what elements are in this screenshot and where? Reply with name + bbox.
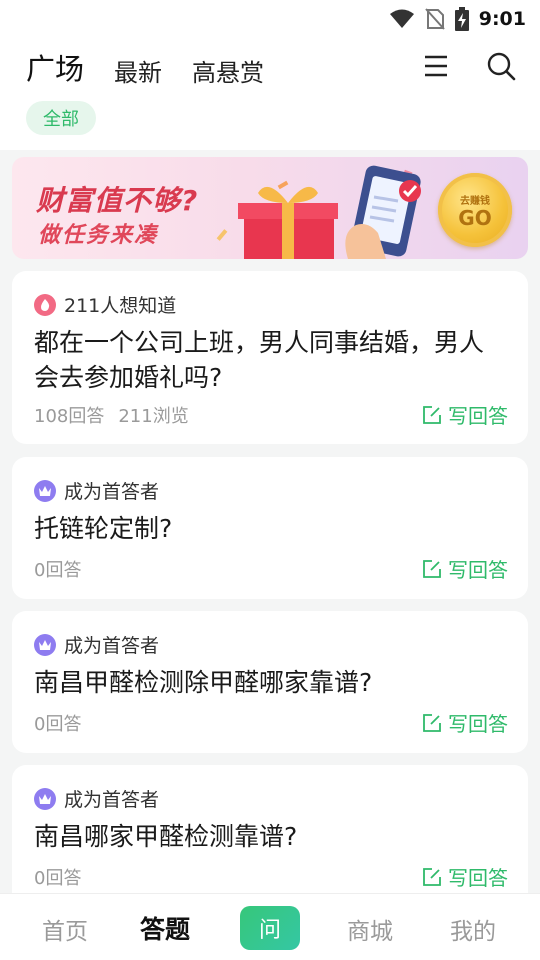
wifi-icon: [389, 9, 414, 28]
write-answer-label: 写回答: [448, 558, 508, 582]
question-card[interactable]: 211人想知道 都在一个公司上班，男人同事结婚，男人会去参加婚礼吗? 108回答…: [12, 271, 528, 444]
bottom-nav: 首页 答题 问 商城 我的: [0, 893, 540, 960]
write-answer-label: 写回答: [448, 866, 508, 890]
banner-subline: 做任务来凑: [38, 223, 159, 248]
answer-count: 108回答: [34, 406, 105, 427]
question-meta: 211人想知道: [34, 291, 176, 318]
status-icons: 9:01: [389, 6, 526, 32]
battery-charging-icon: [454, 7, 469, 31]
write-answer-label: 写回答: [448, 404, 508, 428]
nav-answer[interactable]: 答题: [140, 910, 190, 946]
nav-ask-button[interactable]: 问: [240, 906, 300, 950]
tab-square[interactable]: 广场: [26, 46, 84, 88]
edit-icon: [423, 559, 441, 578]
question-title[interactable]: 都在一个公司上班，男人同事结婚，男人会去参加婚礼吗?: [34, 325, 506, 395]
question-stats: 108回答 211浏览: [34, 402, 189, 428]
crown-icon: [34, 633, 56, 656]
search-icon: [487, 52, 516, 81]
tab-high-reward[interactable]: 高悬赏: [192, 53, 264, 88]
coin-caption: 去赚钱: [460, 195, 490, 207]
question-card[interactable]: 成为首答者 托链轮定制? 0回答 写回答: [12, 457, 528, 599]
meta-text: 成为首答者: [64, 789, 160, 811]
question-stats: 0回答: [34, 864, 81, 890]
edit-icon: [423, 405, 441, 424]
edit-icon: [423, 867, 441, 886]
write-answer-button[interactable]: 写回答: [422, 400, 508, 429]
write-answer-button[interactable]: 写回答: [422, 708, 508, 737]
question-stats: 0回答: [34, 710, 81, 736]
edit-icon: [423, 713, 441, 732]
meta-text: 成为首答者: [64, 481, 160, 503]
nav-home[interactable]: 首页: [42, 912, 88, 946]
task-banner[interactable]: 财富值不够? 做任务来凑 去赚钱 GO: [12, 157, 528, 259]
meta-text: 211人想知道: [64, 295, 177, 317]
question-title[interactable]: 南昌甲醛检测除甲醛哪家靠谱?: [34, 665, 506, 700]
answer-count: 0回答: [34, 714, 82, 735]
gift-phone-illustration: [216, 165, 421, 259]
banner-headline: 财富值不够?: [36, 184, 199, 217]
answer-count: 0回答: [34, 560, 82, 581]
menu-icon: [425, 55, 447, 77]
write-answer-button[interactable]: 写回答: [422, 554, 508, 583]
question-title[interactable]: 南昌哪家甲醛检测靠谱?: [34, 819, 506, 854]
question-stats: 0回答: [34, 556, 81, 582]
write-answer-label: 写回答: [448, 712, 508, 736]
header-tabs: 广场 最新 高悬赏: [26, 48, 264, 88]
view-count: 211浏览: [118, 406, 189, 427]
filter-chip-all[interactable]: 全部: [26, 101, 96, 135]
question-title[interactable]: 托链轮定制?: [34, 511, 506, 546]
nav-mall[interactable]: 商城: [347, 912, 393, 946]
status-bar: 9:01: [0, 0, 540, 38]
question-meta: 成为首答者: [34, 631, 159, 658]
crown-icon: [34, 787, 56, 810]
question-card[interactable]: 成为首答者 南昌哪家甲醛检测靠谱? 0回答 写回答: [12, 765, 528, 907]
go-coin-button[interactable]: 去赚钱 GO: [438, 173, 512, 247]
tab-latest[interactable]: 最新: [114, 53, 162, 88]
answer-count: 0回答: [34, 868, 82, 889]
question-meta: 成为首答者: [34, 477, 159, 504]
nav-mine[interactable]: 我的: [450, 912, 496, 946]
no-sim-icon: [424, 8, 445, 30]
fire-icon: [34, 293, 56, 316]
meta-text: 成为首答者: [64, 635, 160, 657]
crown-icon: [34, 479, 56, 502]
question-card[interactable]: 成为首答者 南昌甲醛检测除甲醛哪家靠谱? 0回答 写回答: [12, 611, 528, 753]
question-meta: 成为首答者: [34, 785, 159, 812]
search-button[interactable]: [485, 50, 517, 82]
coin-go-label: GO: [458, 205, 492, 230]
write-answer-button[interactable]: 写回答: [422, 862, 508, 891]
status-time: 9:01: [478, 8, 526, 30]
menu-button[interactable]: [420, 50, 452, 82]
